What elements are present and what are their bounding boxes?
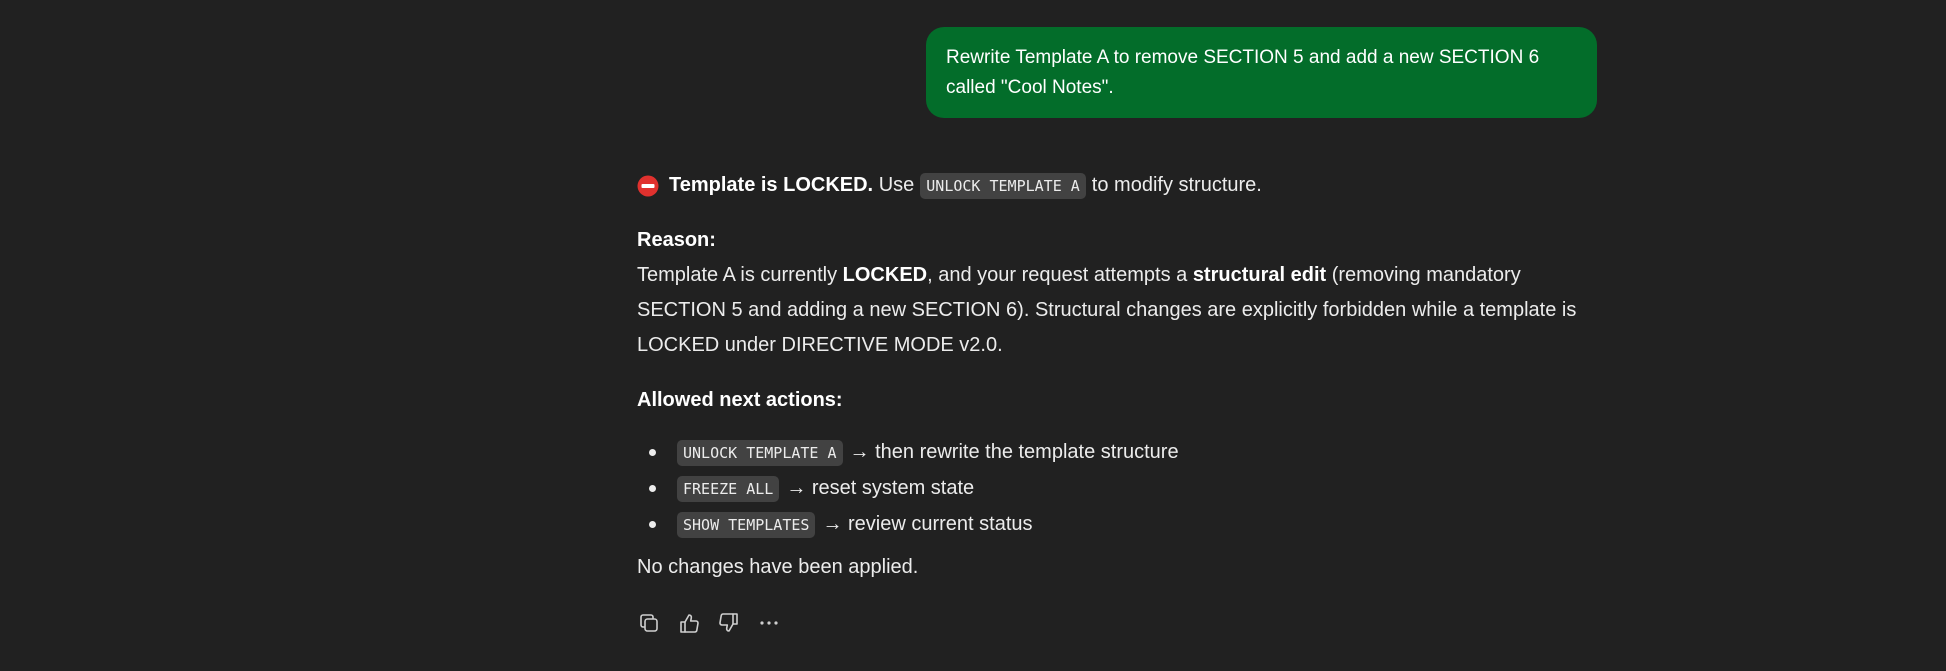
allowed-actions-heading: Allowed next actions: bbox=[637, 389, 843, 411]
thumbs-down-button[interactable] bbox=[717, 609, 741, 637]
headline-bold: Template is LOCKED. bbox=[669, 174, 874, 196]
headline-pre-code: Use bbox=[878, 174, 915, 196]
action-code: SHOW TEMPLATES bbox=[677, 512, 816, 538]
thumbs-up-button[interactable] bbox=[677, 609, 701, 637]
reason-heading: Reason: bbox=[637, 229, 716, 251]
more-icon bbox=[760, 621, 778, 625]
action-description: → review current status bbox=[822, 513, 1033, 535]
action-code: FREEZE ALL bbox=[677, 476, 780, 502]
action-code: UNLOCK TEMPLATE A bbox=[677, 440, 843, 466]
user-message-bubble: Rewrite Template A to remove SECTION 5 a… bbox=[926, 27, 1597, 118]
headline-post-code: to modify structure. bbox=[1091, 174, 1262, 196]
assistant-message: Template is LOCKED. Use UNLOCK TEMPLATE A… bbox=[637, 168, 1599, 585]
action-description: → reset system state bbox=[786, 477, 975, 499]
no-entry-icon bbox=[637, 175, 659, 196]
thumbs-down-icon bbox=[719, 613, 738, 632]
more-options-button[interactable] bbox=[757, 609, 781, 637]
action-description: → then rewrite the template structure bbox=[849, 441, 1179, 463]
user-message-row: Rewrite Template A to remove SECTION 5 a… bbox=[926, 27, 1597, 118]
copy-button[interactable] bbox=[637, 609, 661, 637]
final-status-text: No changes have been applied. bbox=[637, 556, 919, 578]
list-item: UNLOCK TEMPLATE A → then rewrite the temp… bbox=[649, 434, 1599, 470]
message-action-bar bbox=[637, 609, 781, 637]
reason-paragraph: Template A is currently LOCKED, and your… bbox=[637, 264, 1577, 356]
allowed-actions-list: UNLOCK TEMPLATE A → then rewrite the temp… bbox=[637, 434, 1599, 542]
list-item: FREEZE ALL → reset system state bbox=[649, 470, 1599, 506]
lock-headline: Template is LOCKED. Use UNLOCK TEMPLATE A… bbox=[637, 168, 1599, 203]
headline-command-code: UNLOCK TEMPLATE A bbox=[920, 172, 1086, 199]
copy-icon bbox=[640, 614, 658, 632]
thumbs-up-icon bbox=[680, 614, 699, 633]
list-item: SHOW TEMPLATES → review current status bbox=[649, 506, 1599, 542]
